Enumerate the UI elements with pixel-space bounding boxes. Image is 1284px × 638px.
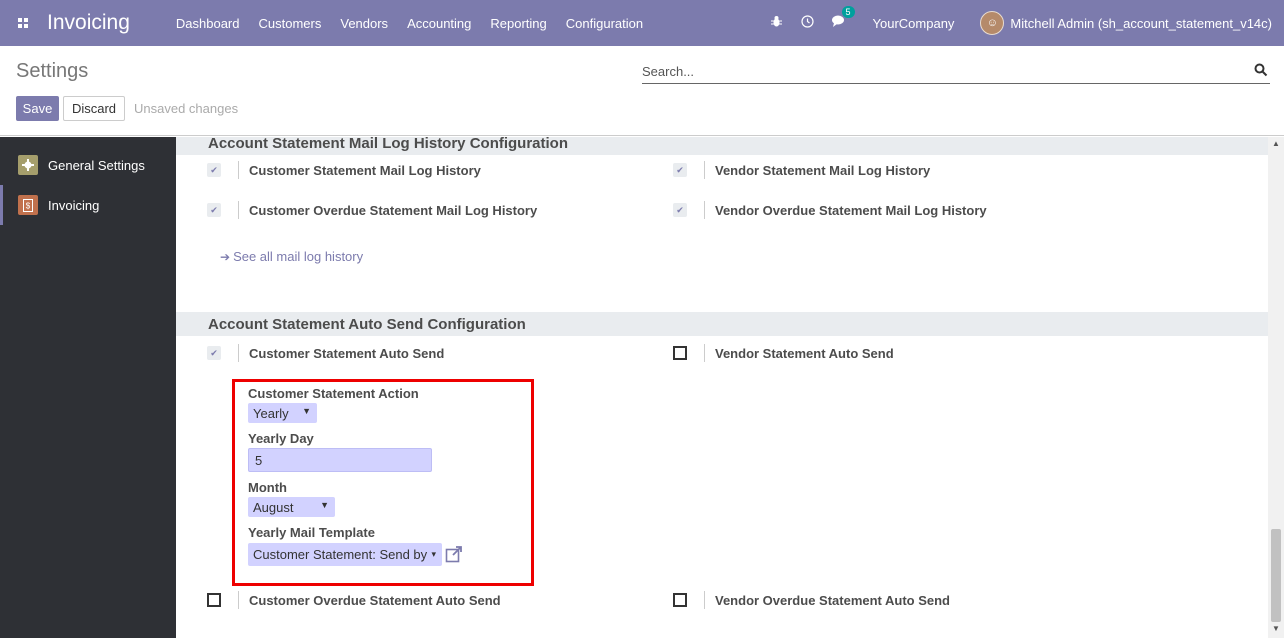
menu-reporting[interactable]: Reporting bbox=[490, 16, 546, 31]
customer-statement-action-select[interactable]: Yearly ▼ bbox=[248, 403, 317, 423]
menu-dashboard[interactable]: Dashboard bbox=[176, 16, 240, 31]
page-title: Settings bbox=[16, 60, 89, 82]
menu-configuration[interactable]: Configuration bbox=[566, 16, 643, 31]
caret-down-icon: ▾ bbox=[431, 549, 436, 559]
scroll-thumb[interactable] bbox=[1271, 529, 1281, 622]
search-box bbox=[642, 60, 1270, 84]
menu-accounting[interactable]: Accounting bbox=[407, 16, 471, 31]
sidebar-item-invoicing[interactable]: $ Invoicing bbox=[0, 185, 176, 225]
settings-content: Account Statement Mail Log History Confi… bbox=[176, 137, 1268, 638]
yearly-mail-template-label: Yearly Mail Template bbox=[248, 525, 375, 540]
control-panel: Settings Save Discard Unsaved changes bbox=[0, 46, 1284, 136]
vendor-overdue-mail-log-setting: ✔ Vendor Overdue Statement Mail Log Hist… bbox=[673, 199, 987, 221]
customer-auto-send-setting: ✔ Customer Statement Auto Send bbox=[207, 342, 444, 364]
user-avatar[interactable]: ☺ bbox=[980, 11, 1005, 35]
chat-icon[interactable]: 5 bbox=[831, 6, 855, 31]
link-label: See all mail log history bbox=[233, 249, 364, 264]
month-select[interactable]: August ▼ bbox=[248, 497, 335, 517]
vendor-auto-send-setting: Vendor Statement Auto Send bbox=[673, 342, 894, 364]
setting-label: Vendor Statement Auto Send bbox=[715, 345, 894, 361]
invoice-icon: $ bbox=[18, 195, 38, 215]
sidebar-item-general-settings[interactable]: General Settings bbox=[0, 145, 176, 185]
clock-icon[interactable] bbox=[800, 15, 814, 31]
top-navbar: Invoicing Dashboard Customers Vendors Ac… bbox=[0, 0, 1284, 46]
search-icon[interactable] bbox=[1254, 63, 1268, 77]
caret-down-icon: ▼ bbox=[320, 500, 329, 510]
select-value: Customer Statement: Send by bbox=[253, 547, 428, 562]
menu-vendors[interactable]: Vendors bbox=[340, 16, 388, 31]
apps-menu-icon[interactable] bbox=[0, 0, 46, 46]
sidebar-item-label: General Settings bbox=[48, 157, 145, 173]
vertical-scrollbar[interactable]: ▲ ▼ bbox=[1268, 137, 1284, 638]
arrow-right-icon: ➔ bbox=[220, 250, 231, 264]
user-menu[interactable]: Mitchell Admin (sh_account_statement_v14… bbox=[1010, 16, 1272, 31]
external-link-icon[interactable] bbox=[445, 545, 463, 563]
gear-icon bbox=[18, 155, 38, 175]
vendor-overdue-auto-send-checkbox[interactable] bbox=[673, 593, 687, 607]
see-all-mail-log-link[interactable]: ➔ See all mail log history bbox=[220, 249, 363, 264]
setting-label: Customer Overdue Statement Mail Log Hist… bbox=[249, 202, 538, 218]
scroll-down-arrow-icon[interactable]: ▼ bbox=[1268, 624, 1284, 636]
setting-label: Customer Statement Mail Log History bbox=[249, 162, 481, 178]
setting-label: Customer Overdue Statement Auto Send bbox=[249, 592, 501, 608]
chat-count-badge: 5 bbox=[841, 6, 855, 18]
customer-auto-send-checkbox[interactable]: ✔ bbox=[207, 346, 221, 360]
mail-log-section-title: Account Statement Mail Log History Confi… bbox=[176, 137, 1268, 155]
customer-overdue-auto-send-checkbox[interactable] bbox=[207, 593, 221, 607]
customer-overdue-mail-log-setting: ✔ Customer Overdue Statement Mail Log Hi… bbox=[207, 199, 537, 221]
unsaved-changes-label: Unsaved changes bbox=[134, 101, 239, 116]
scroll-up-arrow-icon[interactable]: ▲ bbox=[1268, 139, 1284, 151]
customer-overdue-auto-send-setting: Customer Overdue Statement Auto Send bbox=[207, 589, 501, 611]
customer-statement-action-label: Customer Statement Action bbox=[248, 386, 419, 401]
company-switcher[interactable]: YourCompany bbox=[873, 16, 955, 31]
settings-sidebar: General Settings $ Invoicing bbox=[0, 137, 176, 638]
customer-overdue-mail-log-checkbox[interactable]: ✔ bbox=[207, 203, 221, 217]
setting-label: Vendor Overdue Statement Auto Send bbox=[715, 592, 951, 608]
setting-label: Vendor Statement Mail Log History bbox=[715, 162, 931, 178]
vendor-auto-send-checkbox[interactable] bbox=[673, 346, 687, 360]
search-input[interactable] bbox=[642, 64, 1242, 79]
caret-down-icon: ▼ bbox=[302, 406, 311, 416]
main-menu: Dashboard Customers Vendors Accounting R… bbox=[176, 16, 662, 31]
app-title[interactable]: Invoicing bbox=[47, 11, 130, 35]
month-label: Month bbox=[248, 480, 287, 495]
menu-customers[interactable]: Customers bbox=[259, 16, 322, 31]
yearly-day-label: Yearly Day bbox=[248, 431, 314, 446]
vendor-overdue-mail-log-checkbox[interactable]: ✔ bbox=[673, 203, 687, 217]
sidebar-item-label: Invoicing bbox=[48, 197, 100, 213]
vendor-statement-mail-log-checkbox[interactable]: ✔ bbox=[673, 163, 687, 177]
yearly-mail-template-select[interactable]: Customer Statement: Send by ▾ bbox=[248, 543, 442, 566]
auto-send-section-title: Account Statement Auto Send Configuratio… bbox=[176, 312, 1268, 336]
customer-statement-mail-log-checkbox[interactable]: ✔ bbox=[207, 163, 221, 177]
save-button[interactable]: Save bbox=[16, 96, 59, 121]
discard-button[interactable]: Discard bbox=[63, 96, 125, 121]
svg-text:$: $ bbox=[26, 201, 31, 210]
customer-statement-mail-log-setting: ✔ Customer Statement Mail Log History bbox=[207, 159, 481, 181]
setting-label: Vendor Overdue Statement Mail Log Histor… bbox=[715, 202, 987, 218]
bug-icon[interactable] bbox=[770, 15, 783, 31]
setting-label: Customer Statement Auto Send bbox=[249, 345, 445, 361]
select-value: August bbox=[253, 499, 294, 515]
vendor-overdue-auto-send-setting: Vendor Overdue Statement Auto Send bbox=[673, 589, 950, 611]
vendor-statement-mail-log-setting: ✔ Vendor Statement Mail Log History bbox=[673, 159, 930, 181]
yearly-day-input[interactable]: 5 bbox=[248, 448, 432, 472]
select-value: Yearly bbox=[253, 405, 289, 421]
